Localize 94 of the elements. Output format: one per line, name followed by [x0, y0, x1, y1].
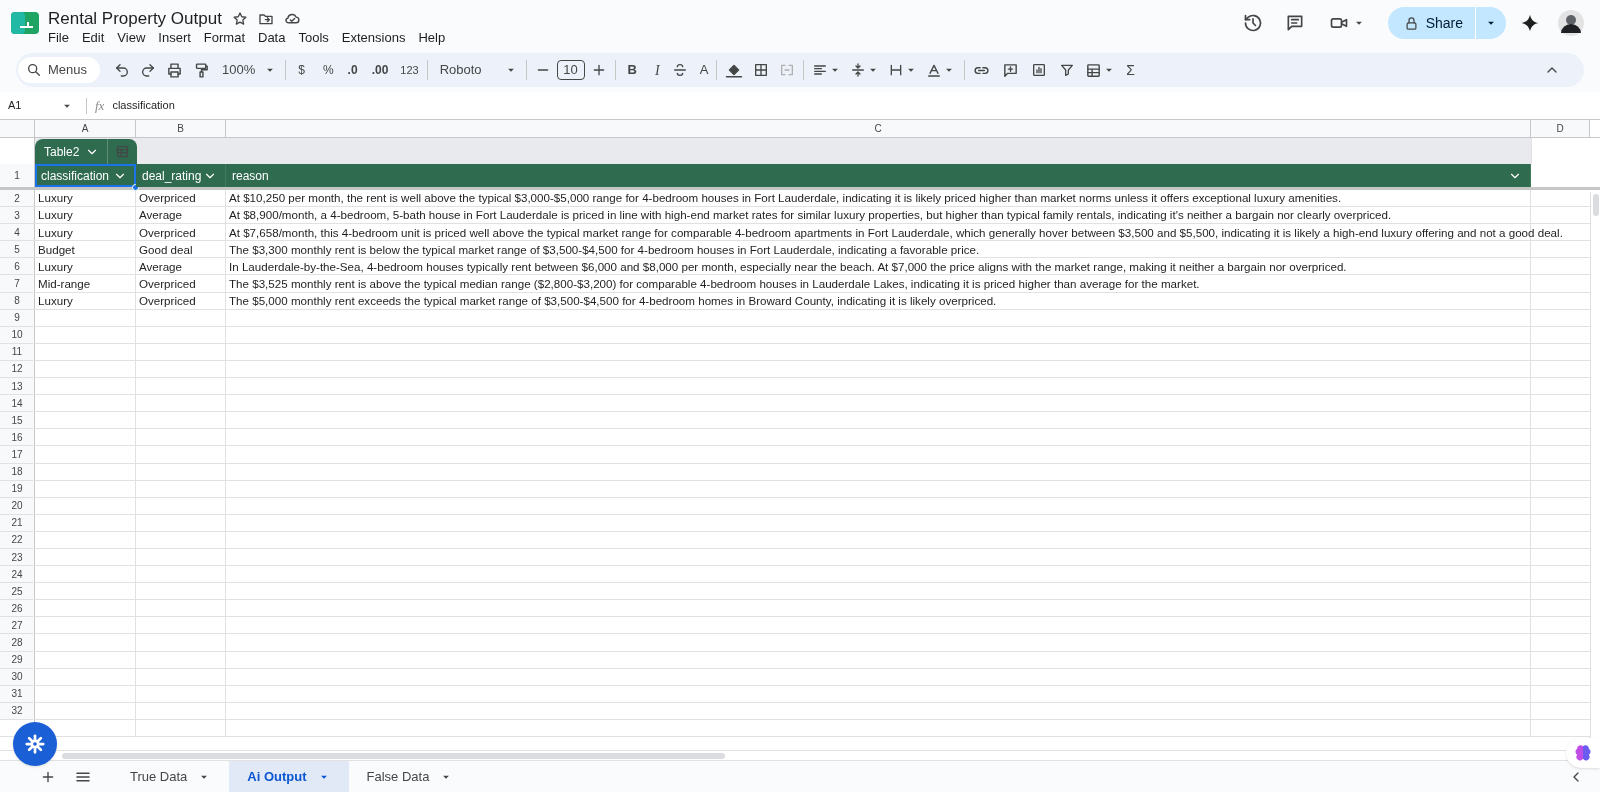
table-cell-text: Overpriced [139, 275, 196, 292]
brain-icon-button[interactable] [1566, 738, 1600, 768]
table-cell-text: Overpriced [139, 224, 196, 241]
table-cell-text: Average [139, 258, 182, 275]
italic-button[interactable]: I [655, 59, 660, 81]
history-icon[interactable] [1242, 13, 1263, 33]
redo-icon[interactable] [140, 62, 156, 78]
text-rotation-icon[interactable] [926, 62, 943, 78]
align-left-icon[interactable] [812, 62, 829, 78]
table-cell-text: Mid-range [38, 275, 91, 292]
row-header[interactable]: 4 [0, 224, 35, 241]
table-cell-text: Luxury [38, 292, 73, 309]
table-cell-text: The $3,525 monthly rent is above the typical median range ($2,800-$3,200) for comparable 4-bedroom houses in Lauderdale Lakes, indicating it is priced higher than average for the market. [229, 275, 1200, 292]
lock-icon [1403, 15, 1419, 31]
row-header[interactable]: 16 [0, 429, 35, 446]
row-header[interactable]: 24 [0, 566, 35, 583]
undo-icon[interactable] [114, 62, 130, 78]
column-header[interactable]: C [226, 120, 1531, 137]
table-name-tab[interactable]: Table2 [35, 139, 138, 164]
chart-icon[interactable] [1031, 62, 1048, 78]
gear-icon [24, 733, 46, 755]
sheet-tab[interactable]: True Data [112, 760, 230, 792]
table-cell-text: Luxury [38, 224, 73, 241]
menu-item[interactable]: Tools [298, 28, 329, 48]
menu-search-field[interactable]: Menus [18, 57, 100, 83]
table-cell-text: At $10,250 per month, the rent is well above the typical $3,000-$5,000 range for 4-bedroom houses in Fort Lauderdale, indicating it is likely priced higher than market norms unless it offers exceptional luxury amenities. [229, 190, 1342, 207]
text-color-button[interactable]: A [699, 60, 709, 80]
sheets-logo-icon[interactable] [11, 12, 39, 34]
table-cell-text: Overpriced [139, 190, 196, 207]
column-header[interactable]: B [136, 120, 226, 137]
row-header[interactable]: 27 [0, 617, 35, 634]
sheet-tab[interactable]: Ai Output [229, 760, 349, 792]
row-header[interactable]: 6 [0, 258, 35, 275]
font-select[interactable]: Roboto [439, 60, 518, 80]
table-icon[interactable] [1085, 61, 1103, 79]
add-comment-icon[interactable] [1002, 61, 1020, 79]
column-header-cell[interactable]: deal_rating [136, 164, 226, 187]
row-header[interactable]: 15 [0, 412, 35, 429]
zoom-select[interactable]: 100% [222, 60, 278, 80]
percent-format-button[interactable]: % [322, 61, 334, 79]
table-cell-text: The $3,300 monthly rent is below the typical market range of $3,500-$4,500 for 4-bedroom houses in Fort Lauderdale, indicating a favorable price. [229, 241, 980, 258]
table-cell-text: In Lauderdale-by-the-Sea, 4-bedroom houses typically rent between $6,000 and $8,000 per month, especially near the beach. At $7,000 the price aligns with the market range, making it neither a bargain nor overpriced. [229, 258, 1347, 275]
row-header[interactable]: 25 [0, 583, 35, 600]
decrease-decimals-button[interactable]: .0 [347, 61, 358, 79]
increase-decimals-button[interactable]: .00 [371, 61, 389, 79]
sparkle-icon[interactable] [1520, 13, 1540, 33]
name-box[interactable]: A1 [0, 97, 78, 114]
print-icon[interactable] [166, 61, 183, 79]
table-cell-text: Luxury [38, 207, 73, 224]
table-cell-text: Luxury [38, 190, 73, 207]
number-format-button[interactable]: 123 [400, 61, 419, 79]
font-size-field[interactable]: 10 [556, 60, 585, 80]
borders-icon[interactable] [753, 62, 770, 78]
row-header[interactable]: 28 [0, 634, 35, 651]
fx-label: fx [95, 96, 105, 115]
menu-item[interactable]: Data [258, 28, 286, 48]
merge-cells-icon[interactable] [779, 62, 796, 78]
table-cell-text: Budget [38, 241, 75, 258]
row-header[interactable]: 17 [0, 446, 35, 463]
column-header[interactable]: D [1531, 120, 1590, 137]
currency-format-button[interactable]: $ [298, 61, 305, 79]
star-icon[interactable] [231, 10, 248, 27]
formula-field[interactable]: classification [112, 97, 175, 114]
row-header[interactable]: 14 [0, 395, 35, 412]
menu-item[interactable]: Help [418, 28, 446, 48]
filter-icon[interactable] [1059, 62, 1076, 78]
row-header[interactable]: 1 [0, 164, 35, 187]
row-header[interactable]: 2 [0, 190, 35, 207]
column-header-cell[interactable]: reason [226, 164, 1531, 187]
strikethrough-icon[interactable] [671, 62, 688, 78]
table-cell-text: Overpriced [139, 292, 196, 309]
scrollbar-thumb[interactable] [1593, 194, 1599, 216]
sheet-tab[interactable]: False Data [348, 760, 472, 792]
brain-icon [1573, 743, 1593, 763]
bold-button[interactable]: B [627, 60, 637, 80]
avatar[interactable] [1558, 10, 1584, 36]
scrollbar-thumb[interactable] [62, 753, 725, 759]
menu-item[interactable]: Extensions [341, 28, 406, 48]
table-cell-text: The $5,000 monthly rent exceeds the typical market range of $3,500-$4,500 for 4-bedroom homes in Broward County, indicating it is likely overpriced. [229, 292, 997, 309]
paint-roller-icon[interactable] [193, 61, 210, 79]
table-cell-text: At $7,658/month, this 4-bedroom unit is priced well above the typical market range for comparable 4-bedroom apartments in Fort Lauderdale, which generally hover between $3,500 and $5,500, indicating it is likely a high-end luxury offering and not a good deal. [229, 224, 1563, 241]
functions-button[interactable]: Σ [1126, 59, 1135, 81]
search-icon [26, 62, 42, 78]
row-header[interactable]: 7 [0, 275, 35, 292]
table-cell-text: Good deal [139, 241, 193, 258]
column-header[interactable]: A [35, 120, 136, 137]
table-cell-text: Luxury [38, 258, 73, 275]
vertical-align-icon[interactable] [850, 62, 867, 78]
row-header[interactable]: 26 [0, 600, 35, 617]
table-cell-text: Average [139, 207, 182, 224]
row-header[interactable]: 5 [0, 241, 35, 258]
row-header[interactable]: 13 [0, 378, 35, 395]
table-cell-text: At $8,900/month, a 4-bedroom, 5-bath house in Fort Lauderdale is priced in line with high-end market rates for similar luxury properties, but higher than typical family rentals, indicating it's neither a bargain nor clearly overpriced. [229, 207, 1392, 224]
row-header[interactable]: 3 [0, 207, 35, 224]
